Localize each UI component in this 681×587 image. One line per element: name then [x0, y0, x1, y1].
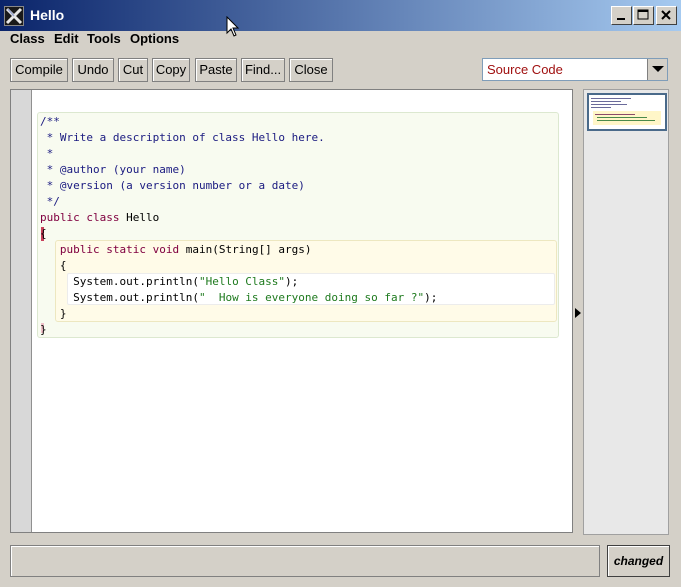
- menu-bar: Class Edit Tools Options: [0, 31, 681, 50]
- bluej-app-icon[interactable]: [4, 6, 24, 26]
- code-line: {: [40, 259, 67, 272]
- code-thumbnail-icon: [591, 98, 661, 125]
- code-line: }: [40, 323, 47, 336]
- code-line: }: [40, 307, 67, 320]
- dropdown-arrow-button[interactable]: [647, 59, 667, 80]
- code-text[interactable]: /** * Write a description of class Hello…: [40, 114, 437, 338]
- code-line: System.out.println("Hello Class");: [40, 275, 299, 288]
- code-line: /**: [40, 115, 60, 128]
- minimize-button[interactable]: [611, 6, 632, 25]
- code-line: * @version (a version number or a date): [40, 179, 305, 192]
- code-line: *: [40, 147, 54, 160]
- view-selector-value: Source Code: [487, 62, 563, 77]
- close-icon: [661, 10, 671, 20]
- menu-class[interactable]: Class: [10, 31, 45, 46]
- menu-options[interactable]: Options: [130, 31, 179, 46]
- maximize-button[interactable]: [633, 6, 654, 25]
- navigator-panel[interactable]: [583, 89, 669, 535]
- view-selector[interactable]: Source Code: [482, 58, 668, 81]
- code-line: * @author (your name): [40, 163, 186, 176]
- window-title: Hello: [30, 7, 65, 23]
- undo-button[interactable]: Undo: [72, 58, 114, 82]
- title-bar[interactable]: Hello: [0, 0, 681, 31]
- status-message-field: [10, 545, 600, 577]
- code-line: * Write a description of class Hello her…: [40, 131, 325, 144]
- cut-button[interactable]: Cut: [118, 58, 148, 82]
- code-line: public class Hello: [40, 211, 160, 224]
- code-line: System.out.println(" How is everyone doi…: [40, 291, 438, 304]
- code-line: public static void main(String[] args): [59, 243, 312, 256]
- compile-button[interactable]: Compile: [10, 58, 68, 82]
- chevron-down-icon: [652, 66, 664, 72]
- menu-tools[interactable]: Tools: [87, 31, 121, 46]
- minimize-icon: [617, 18, 625, 20]
- paste-button[interactable]: Paste: [195, 58, 237, 82]
- changed-status-label: changed: [607, 545, 670, 577]
- collapse-arrow-icon[interactable]: [575, 308, 581, 318]
- line-gutter[interactable]: [11, 90, 32, 532]
- code-line: */: [40, 195, 60, 208]
- menu-edit[interactable]: Edit: [54, 31, 79, 46]
- navigator-thumbnail[interactable]: [587, 93, 667, 131]
- find-button[interactable]: Find...: [241, 58, 285, 82]
- source-editor[interactable]: /** * Write a description of class Hello…: [10, 89, 573, 533]
- close-editor-button[interactable]: Close: [289, 58, 333, 82]
- close-button[interactable]: [656, 6, 677, 25]
- copy-button[interactable]: Copy: [152, 58, 190, 82]
- code-line: {: [40, 227, 47, 240]
- maximize-icon: [637, 9, 649, 20]
